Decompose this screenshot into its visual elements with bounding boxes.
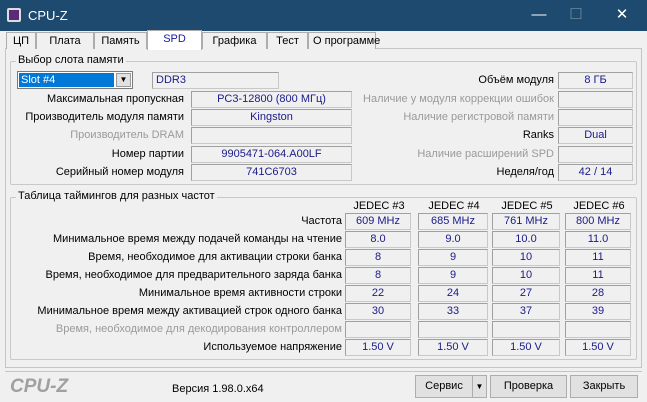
slot-right-label: Наличие регистровой памяти — [403, 111, 554, 123]
timing-cell: 10.0 — [492, 231, 560, 248]
cpuz-logo: CPU-Z — [10, 376, 69, 397]
service-button[interactable]: Сервис — [415, 375, 473, 398]
slot-label: Серийный номер модуля — [55, 166, 184, 178]
slot-value: 741C6703 — [191, 164, 352, 181]
timing-cell: 9 — [418, 267, 488, 284]
minimize-button[interactable]: — — [519, 4, 559, 26]
slot-right-value: Dual — [558, 127, 633, 144]
timing-cell: 1.50 V — [565, 339, 631, 356]
slot-right-label: Неделя/год — [496, 166, 555, 178]
timing-cell: 8 — [345, 267, 411, 284]
slot-right-value — [558, 91, 633, 108]
timing-cell: 11.0 — [565, 231, 631, 248]
timing-cell: 800 MHz — [565, 213, 631, 230]
timing-cell: 761 MHz — [492, 213, 560, 230]
window-title: CPU-Z — [28, 8, 68, 23]
timing-row-label: Частота — [301, 215, 342, 227]
timing-row-label: Минимальное время между активацией строк… — [37, 305, 342, 317]
timing-row-label: Минимальное время активности строки — [138, 287, 342, 299]
slot-select-value: Slot #4 — [19, 73, 114, 87]
slot-label: Максимальная пропускная — [46, 93, 184, 105]
close-window-button[interactable]: ✕ — [602, 4, 642, 26]
slot-label: Производитель модуля памяти — [25, 111, 184, 123]
timings-group-label: Таблица таймингов для разных частот — [16, 190, 217, 202]
timing-cell: 22 — [345, 285, 411, 302]
title-bar: CPU-Z — ☐ ✕ — [0, 0, 647, 31]
timing-column-header: JEDEC #3 — [353, 200, 405, 212]
slot-group-label: Выбор слота памяти — [16, 54, 126, 66]
chevron-down-icon[interactable]: ▼ — [116, 73, 131, 87]
timing-cell — [418, 321, 488, 338]
timing-cell: 11 — [565, 249, 631, 266]
slot-right-value — [558, 146, 633, 163]
timing-cell: 11 — [565, 267, 631, 284]
slot-label: Производитель DRAM — [70, 129, 184, 141]
timing-cell: 1.50 V — [418, 339, 488, 356]
slot-right-value: 8 ГБ — [558, 72, 633, 89]
slot-right-label: Ranks — [522, 129, 554, 141]
timing-column-header: JEDEC #4 — [428, 200, 480, 212]
timing-column-header: JEDEC #5 — [501, 200, 553, 212]
slot-value: 9905471-064.A00LF — [191, 146, 352, 163]
tab-6[interactable]: О программе — [308, 32, 380, 49]
timing-cell: 685 MHz — [418, 213, 488, 230]
timing-cell — [492, 321, 560, 338]
timing-cell: 30 — [345, 303, 411, 320]
timing-row-label: Время, необходимое для предварительного … — [45, 269, 342, 281]
slot-select[interactable]: Slot #4 ▼ — [17, 71, 133, 89]
timing-cell: 1.50 V — [492, 339, 560, 356]
timing-cell: 8.0 — [345, 231, 411, 248]
tab-1[interactable]: Плата — [36, 32, 94, 49]
timing-cell: 9.0 — [418, 231, 488, 248]
slot-value — [191, 127, 352, 144]
timing-cell: 1.50 V — [345, 339, 411, 356]
timing-row-label: Время, необходимое для декодирования кон… — [55, 323, 342, 335]
tab-4[interactable]: Графика — [202, 32, 267, 49]
tab-0[interactable]: ЦП — [6, 32, 36, 49]
timing-cell — [345, 321, 411, 338]
timing-cell: 10 — [492, 249, 560, 266]
tab-3[interactable]: SPD — [147, 30, 202, 50]
slot-right-label: Наличие у модуля коррекции ошибок — [363, 93, 554, 105]
timing-row-label: Время, необходимое для активации строки … — [88, 251, 342, 263]
timing-cell: 8 — [345, 249, 411, 266]
maximize-button[interactable]: ☐ — [556, 4, 596, 26]
app-icon — [7, 8, 21, 22]
tab-5[interactable]: Тест — [267, 32, 308, 49]
slot-value: PC3-12800 (800 МГц) — [191, 91, 352, 108]
memory-type-field: DDR3 — [152, 72, 279, 89]
timing-column-header: JEDEC #6 — [573, 200, 625, 212]
version-text: Версия 1.98.0.x64 — [172, 383, 264, 395]
validate-button[interactable]: Проверка — [490, 375, 567, 398]
close-button[interactable]: Закрыть — [570, 375, 638, 398]
slot-label: Номер партии — [111, 148, 184, 160]
timing-cell — [565, 321, 631, 338]
timing-cell: 27 — [492, 285, 560, 302]
timing-cell: 609 MHz — [345, 213, 411, 230]
timing-cell: 24 — [418, 285, 488, 302]
timing-row-label: Используемое напряжение — [203, 341, 342, 353]
timing-cell: 33 — [418, 303, 488, 320]
tab-2[interactable]: Память — [94, 32, 147, 49]
slot-right-value — [558, 109, 633, 126]
timing-row-label: Минимальное время между подачей команды … — [53, 233, 342, 245]
timing-cell: 9 — [418, 249, 488, 266]
slot-right-label: Объём модуля — [478, 74, 554, 86]
slot-right-value: 42 / 14 — [558, 164, 633, 181]
timing-cell: 39 — [565, 303, 631, 320]
timing-cell: 37 — [492, 303, 560, 320]
timing-cell: 10 — [492, 267, 560, 284]
timing-cell: 28 — [565, 285, 631, 302]
slot-right-label: Наличие расширений SPD — [417, 148, 554, 160]
service-dropdown-chevron-icon[interactable]: ▼ — [472, 375, 487, 398]
slot-value: Kingston — [191, 109, 352, 126]
